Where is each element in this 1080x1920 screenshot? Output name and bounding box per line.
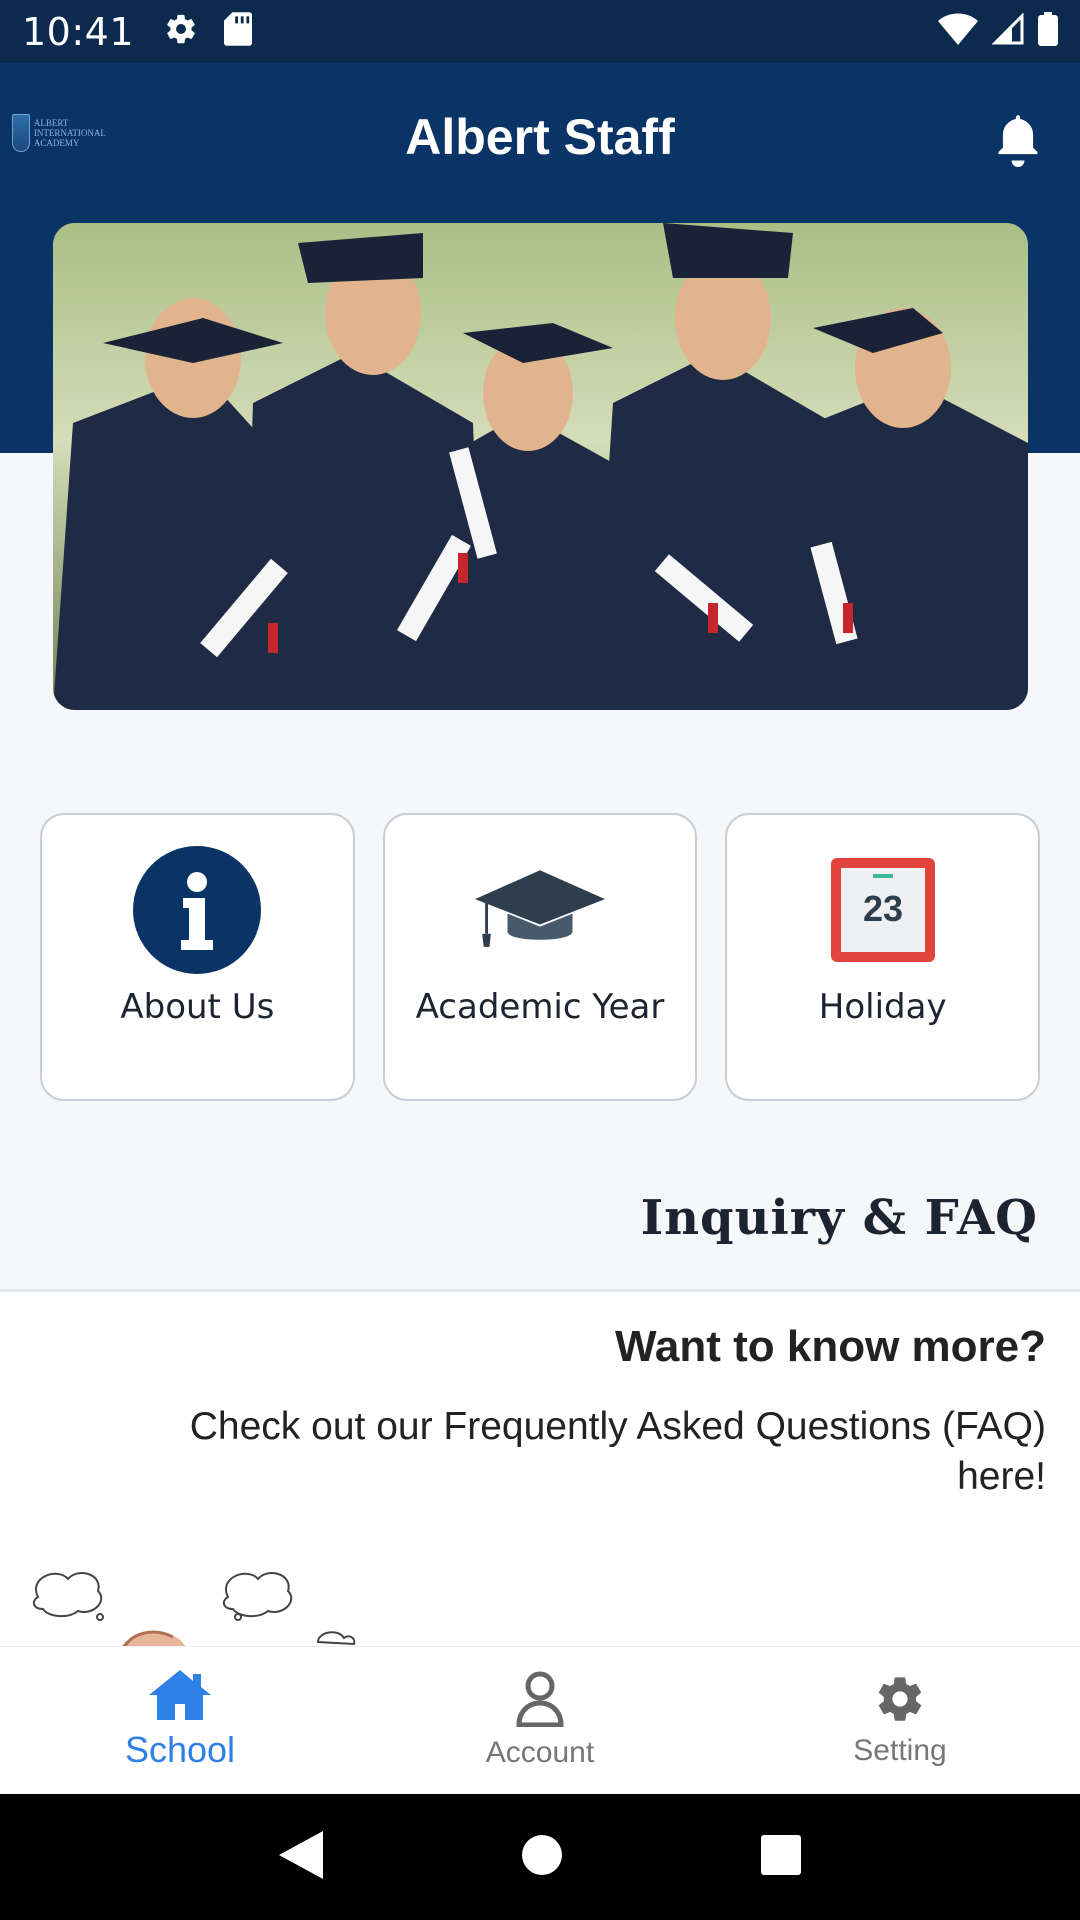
home-button-icon[interactable]	[521, 1834, 562, 1880]
academic-year-tile[interactable]: Academic Year	[382, 813, 698, 1101]
page-title: Albert Staff	[405, 109, 675, 165]
nav-label: Account	[485, 1736, 595, 1769]
status-time: 10:41	[22, 9, 135, 54]
nav-label: School	[124, 1729, 236, 1770]
status-bar: 10:41	[0, 0, 1080, 63]
thinking-child-illustration	[28, 1557, 408, 1649]
tile-label: Holiday	[818, 987, 947, 1027]
nav-account[interactable]: Account	[360, 1647, 720, 1794]
faq-card[interactable]: Want to know more? Check out our Frequen…	[0, 1289, 1080, 1649]
nav-label: Setting	[853, 1734, 947, 1767]
calendar-day-text: 23	[863, 888, 903, 929]
calendar-icon: 23	[818, 845, 948, 975]
quick-links: About Us Academic Year 23 Holiday	[40, 813, 1041, 1101]
nav-school[interactable]: School	[0, 1647, 360, 1794]
battery-icon	[1038, 12, 1058, 51]
system-navigation-bar	[0, 1794, 1080, 1920]
tile-label: About Us	[120, 987, 275, 1027]
info-icon	[132, 845, 262, 975]
back-icon[interactable]	[279, 1830, 324, 1884]
sd-card-icon	[224, 12, 253, 51]
gear-icon	[164, 12, 198, 51]
signal-icon	[991, 12, 1024, 50]
recents-icon[interactable]	[760, 1834, 801, 1880]
faq-heading: Inquiry & FAQ	[640, 1190, 1038, 1246]
bell-icon[interactable]	[992, 111, 1044, 167]
holiday-tile[interactable]: 23 Holiday	[725, 813, 1041, 1101]
about-us-tile[interactable]: About Us	[40, 813, 355, 1101]
bottom-navigation: School Account Setting	[0, 1646, 1080, 1794]
user-icon	[515, 1671, 565, 1732]
nav-setting[interactable]: Setting	[720, 1647, 1080, 1794]
faq-description: Check out our Frequently Asked Questions…	[189, 1405, 1046, 1498]
tile-label: Academic Year	[415, 987, 665, 1027]
faq-title: Want to know more?	[614, 1322, 1046, 1371]
graduates-banner-image	[53, 223, 1028, 710]
wifi-icon	[938, 13, 978, 50]
home-icon	[149, 1670, 211, 1725]
graduation-cap-icon	[475, 845, 605, 975]
gear-icon	[874, 1673, 926, 1730]
